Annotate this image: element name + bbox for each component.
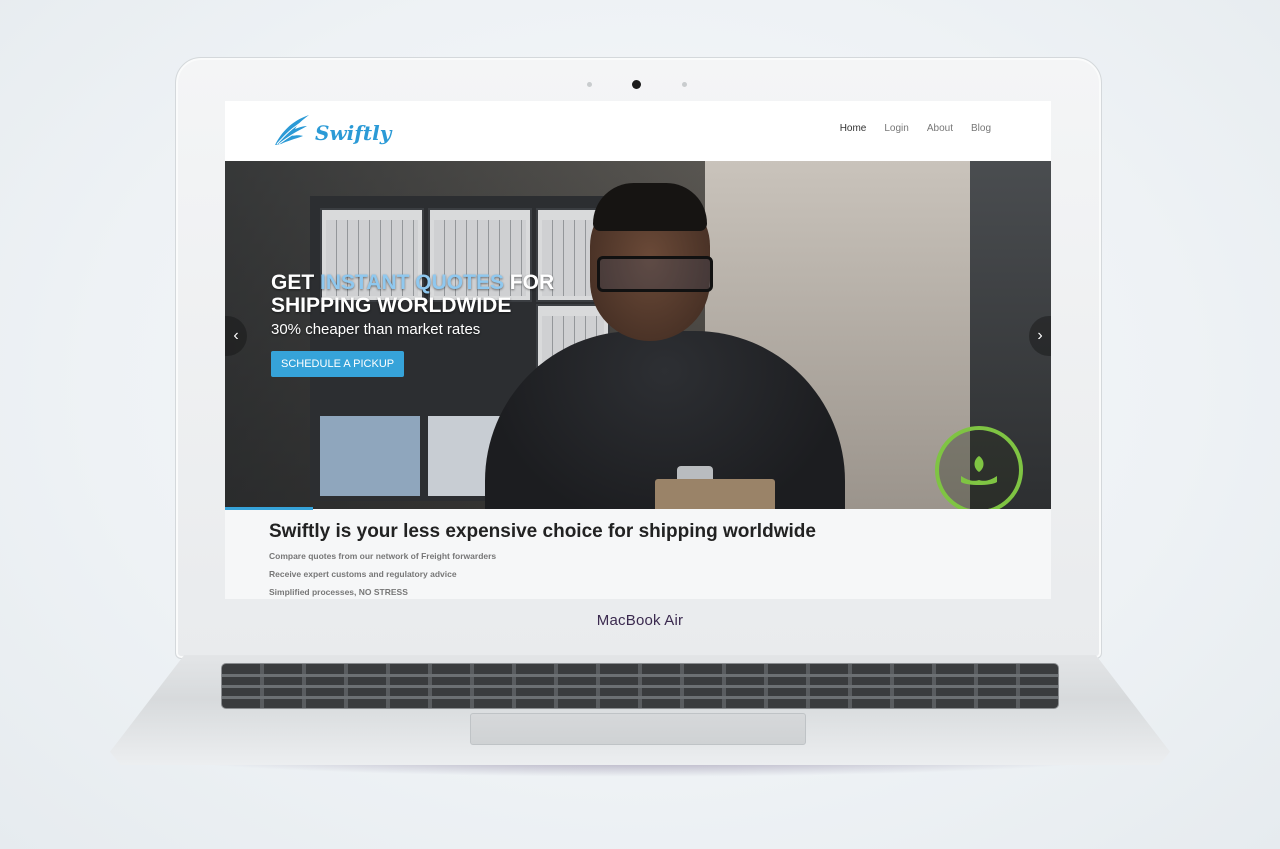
schedule-pickup-button[interactable]: SCHEDULE A PICKUP <box>271 351 405 377</box>
hero-title: GET INSTANT QUOTES FOR SHIPPING WORLDWID… <box>271 271 554 317</box>
nav-login-link[interactable]: Login <box>884 123 908 134</box>
feature-item: Compare quotes from our network of Freig… <box>269 551 497 561</box>
intro-heading: Swiftly is your less expensive choice fo… <box>269 521 816 542</box>
site-navbar: Swiftly Home Login About Blog <box>225 101 1051 161</box>
hero-title-line2: SHIPPING WORLDWIDE <box>271 294 512 317</box>
carousel-prev-button[interactable]: ‹ <box>225 316 247 356</box>
nav-menu: Home Login About Blog <box>840 123 991 134</box>
wing-icon <box>273 113 311 152</box>
hero-text: GET INSTANT QUOTES FOR SHIPPING WORLDWID… <box>271 271 554 338</box>
hero-photo-glasses <box>597 256 713 292</box>
laptop-trackpad <box>470 713 806 745</box>
chevron-left-icon: ‹ <box>233 327 239 344</box>
hero-title-highlight: INSTANT QUOTES <box>320 271 504 294</box>
chevron-right-icon: › <box>1037 327 1043 344</box>
nav-home-link[interactable]: Home <box>840 123 867 134</box>
hero-carousel: GET INSTANT QUOTES FOR SHIPPING WORLDWID… <box>225 161 1051 509</box>
hero-title-part1: GET <box>271 271 321 294</box>
feature-item: Simplified processes, NO STRESS <box>269 587 408 597</box>
webcam <box>632 80 641 89</box>
nav-about-link[interactable]: About <box>927 123 953 134</box>
keyboard-row-gap <box>222 674 1058 677</box>
feature-item: Receive expert customs and regulatory ad… <box>269 569 457 579</box>
hero-subtitle: 30% cheaper than market rates <box>271 321 481 338</box>
camera-sensor-left <box>587 82 592 87</box>
hero-photo-poster <box>320 416 420 496</box>
brand-name: Swiftly <box>315 120 392 145</box>
keyboard-row-gap <box>222 696 1058 699</box>
camera-sensor-right <box>682 82 687 87</box>
intro-section: Swiftly is your less expensive choice fo… <box>269 521 1029 599</box>
laptop-screen: Swiftly Home Login About Blog GET INSTAN… <box>225 101 1051 599</box>
hero-photo-person-hair <box>593 183 707 231</box>
feature-list: Compare quotes from our network of Freig… <box>269 551 1029 597</box>
keyboard-row-gap <box>222 685 1058 688</box>
device-model-label: MacBook Air <box>596 612 684 629</box>
nav-blog-link[interactable]: Blog <box>971 123 991 134</box>
hands-leaf-icon <box>935 426 1023 509</box>
site-logo[interactable]: Swiftly <box>273 113 391 152</box>
hero-photo-clipboard <box>655 479 775 509</box>
hero-title-part2: FOR <box>503 271 555 294</box>
carousel-progress-bar <box>225 507 313 510</box>
